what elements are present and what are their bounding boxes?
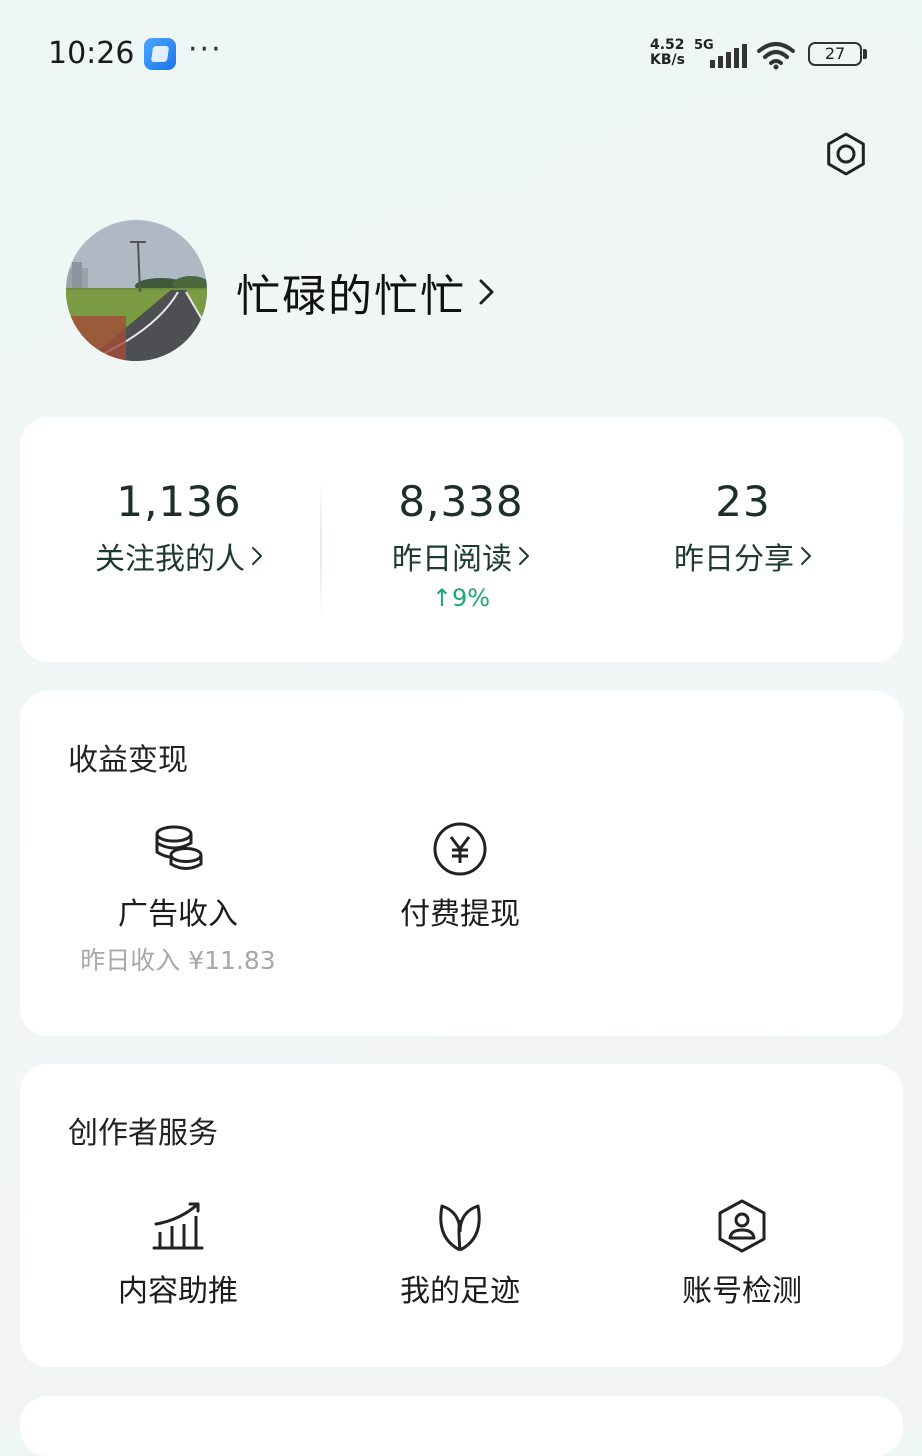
more-notifications-icon: ···: [188, 32, 223, 67]
chevron-right-icon: [479, 279, 494, 305]
leaf-sprout-icon: [439, 1204, 481, 1252]
stat-reads-value: 8,338: [398, 477, 524, 526]
network-speed: 4.52 KB/s: [650, 38, 685, 68]
yuan-circle-icon: [433, 822, 487, 876]
ad-income-tile[interactable]: 广告收入 昨日收入 ¥11.83: [78, 821, 278, 977]
growth-chart-icon: [152, 1202, 204, 1250]
account-check-label: 账号检测: [682, 1274, 802, 1309]
chevron-right-icon: [519, 547, 529, 565]
stat-shares-value: 23: [715, 477, 771, 526]
chevron-right-icon: [801, 547, 811, 565]
account-check-tile[interactable]: 账号检测: [642, 1198, 842, 1310]
income-section-title: 收益变现: [68, 743, 188, 778]
stat-shares-label: 昨日分享: [674, 542, 794, 577]
next-section-card: [20, 1396, 903, 1456]
stat-reads-label-row: 昨日阅读: [316, 534, 606, 578]
network-speed-unit: KB/s: [650, 52, 685, 68]
network-speed-value: 4.52: [650, 37, 685, 53]
ad-income-yesterday: 昨日收入 ¥11.83: [80, 946, 276, 975]
creator-section-title: 创作者服务: [68, 1116, 218, 1151]
paid-withdraw-tile[interactable]: 付费提现: [360, 821, 560, 933]
status-time: 10:26: [48, 36, 135, 71]
ad-income-label: 广告收入: [118, 897, 238, 932]
my-footprint-label: 我的足迹: [400, 1274, 520, 1309]
wifi-icon: [757, 42, 795, 70]
stat-followers[interactable]: 1,136 关注我的人: [34, 417, 324, 578]
username: 忙碌的忙忙: [236, 271, 466, 322]
status-bar: 10:26 ··· 4.52 KB/s 5G 27: [0, 0, 922, 100]
battery-indicator: 27: [808, 42, 862, 66]
stats-card: 1,136 关注我的人 8,338 昨日阅读 ↑9% 23 昨日分享: [20, 417, 903, 662]
app-notification-icon: [144, 38, 176, 70]
profile-name-link[interactable]: 忙碌的忙忙: [236, 260, 496, 324]
stat-reads-trend: ↑9%: [431, 584, 491, 612]
stat-shares-label-row: 昨日分享: [598, 534, 888, 578]
coins-icon: [155, 825, 203, 870]
settings-gear-icon[interactable]: [822, 130, 870, 178]
content-boost-tile[interactable]: 内容助推: [78, 1198, 278, 1310]
stat-followers-label-row: 关注我的人: [34, 534, 324, 578]
battery-tip: [863, 49, 867, 59]
signal-icon: [710, 44, 747, 68]
stat-shares-yesterday[interactable]: 23 昨日分享: [598, 417, 888, 578]
avatar-photo: [66, 220, 207, 361]
paid-withdraw-label: 付费提现: [400, 897, 520, 932]
avatar[interactable]: [66, 220, 207, 361]
stat-followers-label: 关注我的人: [95, 542, 245, 577]
stat-followers-value: 1,136: [116, 477, 242, 526]
stat-reads-label: 昨日阅读: [392, 542, 512, 577]
chevron-right-icon: [252, 547, 262, 565]
my-footprint-tile[interactable]: 我的足迹: [360, 1198, 560, 1310]
creator-services-card: 创作者服务 内容助推 我的足迹 账号检测: [20, 1064, 903, 1367]
content-boost-label: 内容助推: [118, 1274, 238, 1309]
stat-reads-yesterday[interactable]: 8,338 昨日阅读 ↑9%: [316, 417, 606, 612]
income-card: 收益变现 广告收入 昨日收入 ¥11.83 付费提现: [20, 691, 903, 1036]
account-shield-icon: [718, 1199, 766, 1253]
